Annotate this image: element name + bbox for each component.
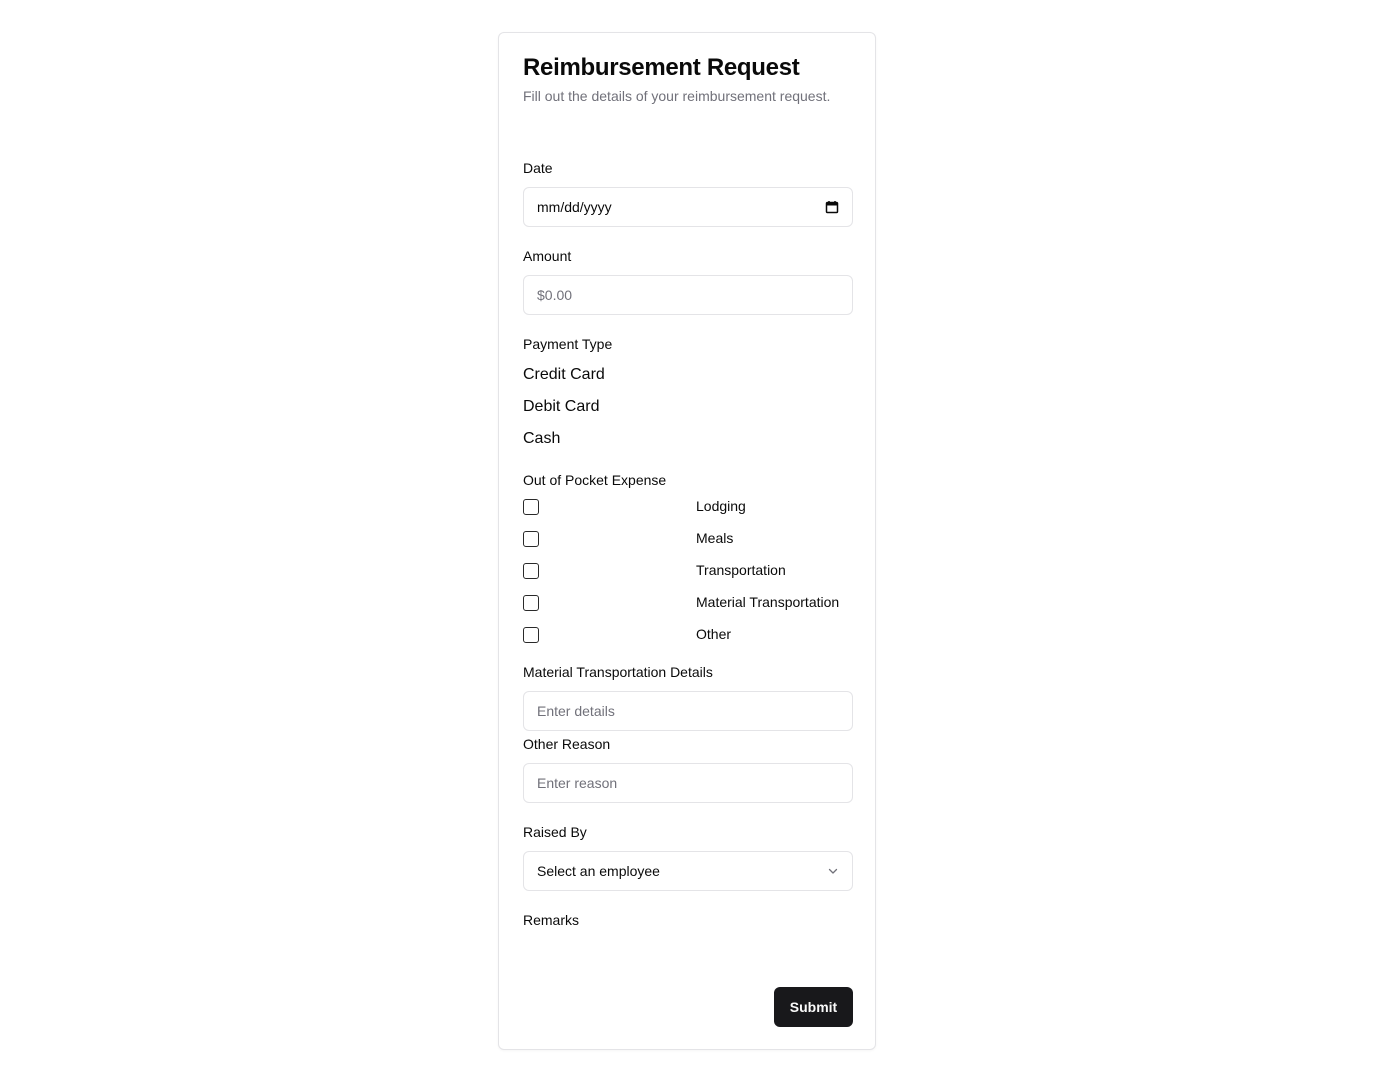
raised-by-label: Raised By: [523, 824, 587, 840]
chevron-down-icon: [827, 865, 839, 877]
material-details-placeholder: Enter details: [537, 703, 615, 719]
payment-option-debit-card[interactable]: Debit Card: [523, 398, 599, 416]
amount-input[interactable]: $0.00: [523, 275, 853, 315]
transportation-checkbox-label[interactable]: Transportation: [696, 562, 786, 578]
transportation-checkbox[interactable]: [523, 563, 539, 579]
meals-checkbox[interactable]: [523, 531, 539, 547]
date-input[interactable]: mm/dd/yyyy: [523, 187, 853, 227]
remarks-label: Remarks: [523, 912, 580, 928]
reimbursement-form-card: Reimbursement Request Fill out the detai…: [498, 32, 876, 1050]
meals-checkbox-label[interactable]: Meals: [696, 530, 733, 546]
other-reason-input[interactable]: Enter reason: [523, 763, 853, 803]
payment-type-label: Payment Type: [523, 336, 613, 352]
other-reason-placeholder: Enter reason: [537, 775, 618, 791]
submit-button[interactable]: Submit: [774, 987, 853, 1027]
material-details-input[interactable]: Enter details: [523, 691, 853, 731]
form-title: Reimbursement Request: [523, 54, 800, 81]
date-placeholder: mm/dd/yyyy: [537, 199, 612, 215]
lodging-checkbox[interactable]: [523, 499, 539, 515]
form-subtitle: Fill out the details of your reimburseme…: [523, 88, 831, 104]
lodging-checkbox-label[interactable]: Lodging: [696, 498, 746, 514]
material-transportation-checkbox-label[interactable]: Material Transportation: [696, 594, 839, 610]
out-of-pocket-label: Out of Pocket Expense: [523, 472, 667, 488]
other-checkbox-label[interactable]: Other: [696, 626, 731, 642]
raised-by-select[interactable]: Select an employee: [523, 851, 853, 891]
other-checkbox[interactable]: [523, 627, 539, 643]
material-transportation-checkbox[interactable]: [523, 595, 539, 611]
calendar-icon[interactable]: [825, 200, 839, 214]
amount-label: Amount: [523, 248, 572, 264]
payment-option-cash[interactable]: Cash: [523, 430, 560, 448]
payment-option-credit-card[interactable]: Credit Card: [523, 366, 605, 384]
date-label: Date: [523, 160, 553, 176]
amount-placeholder: $0.00: [537, 287, 573, 303]
other-reason-label: Other Reason: [523, 736, 611, 752]
raised-by-selected-value: Select an employee: [537, 863, 660, 879]
material-details-label: Material Transportation Details: [523, 664, 713, 680]
